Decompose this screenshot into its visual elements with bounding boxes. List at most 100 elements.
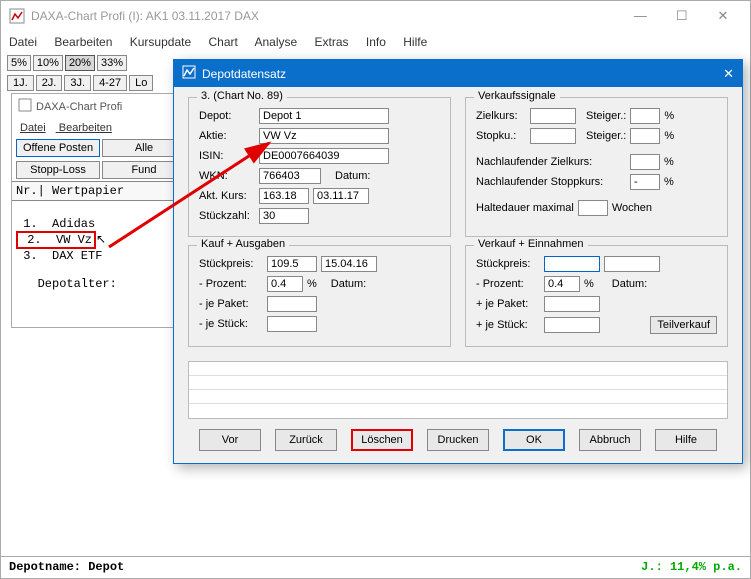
pct-label: % bbox=[307, 278, 317, 290]
pct-33[interactable]: 33% bbox=[97, 55, 127, 71]
kauf-stueckpreis-label: Stückpreis: bbox=[199, 258, 263, 270]
minimize-button[interactable]: — bbox=[621, 8, 659, 23]
zurueck-button[interactable]: Zurück bbox=[275, 429, 337, 451]
zielkurs-input[interactable] bbox=[530, 108, 576, 124]
pct-5[interactable]: 5% bbox=[7, 55, 31, 71]
aktie-label: Aktie: bbox=[199, 130, 255, 142]
cursor-icon: ↖ bbox=[96, 232, 106, 246]
verkauf-prozent-label: - Prozent: bbox=[476, 278, 540, 290]
list-header: Nr.| Wertpapier bbox=[12, 181, 190, 201]
verkauf-stueckpreis-label: Stückpreis: bbox=[476, 258, 540, 270]
main-titlebar: DAXA-Chart Profi (I): AK1 03.11.2017 DAX… bbox=[1, 1, 750, 31]
verkauf-pjepaket-input[interactable] bbox=[544, 296, 600, 312]
menu-analyse[interactable]: Analyse bbox=[255, 35, 298, 49]
verkauf-datum-label: Datum: bbox=[612, 278, 647, 290]
menu-hilfe[interactable]: Hilfe bbox=[403, 35, 427, 49]
menu-info[interactable]: Info bbox=[366, 35, 386, 49]
depot-list-window: DAXA-Chart Profi Datei Bearbeiten Offene… bbox=[11, 93, 191, 328]
list-item[interactable]: 3. DAX ETF bbox=[16, 249, 102, 263]
depot-label: Depot: bbox=[199, 110, 255, 122]
range-2j[interactable]: 2J. bbox=[36, 75, 63, 91]
kauf-stueckpreis-input[interactable] bbox=[267, 256, 317, 272]
window-controls: — ☐ ✕ bbox=[621, 8, 742, 24]
pct-10[interactable]: 10% bbox=[33, 55, 63, 71]
verkauf-group: Verkauf + Einnahmen Stückpreis: - Prozen… bbox=[465, 245, 728, 347]
steiger-input[interactable] bbox=[630, 108, 660, 124]
range-427[interactable]: 4-27 bbox=[93, 75, 127, 91]
pct-label: % bbox=[664, 130, 674, 142]
nl-stoppkurs-label: Nachlaufender Stoppkurs: bbox=[476, 176, 626, 188]
stopkurs-input[interactable] bbox=[530, 128, 576, 144]
loeschen-button[interactable]: Löschen bbox=[351, 429, 413, 451]
kauf-datum-label: Datum: bbox=[331, 278, 366, 290]
pct-label: % bbox=[664, 156, 674, 168]
kauf-jestueck-input[interactable] bbox=[267, 316, 317, 332]
teilverkauf-button[interactable]: Teilverkauf bbox=[650, 316, 717, 334]
btn-stopp-loss[interactable]: Stopp-Loss bbox=[16, 161, 100, 179]
pct-label: % bbox=[584, 278, 594, 290]
aktkurs-date-input[interactable] bbox=[313, 188, 369, 204]
menu-bearbeiten[interactable]: Bearbeiten bbox=[54, 35, 112, 49]
stopkurs-label: Stopku.: bbox=[476, 130, 526, 142]
menu-extras[interactable]: Extras bbox=[315, 35, 349, 49]
kauf-jepaket-input[interactable] bbox=[267, 296, 317, 312]
hilfe-button[interactable]: Hilfe bbox=[655, 429, 717, 451]
nl-zielkurs-label: Nachlaufender Zielkurs: bbox=[476, 156, 626, 168]
wkn-input[interactable] bbox=[259, 168, 321, 184]
stueckzahl-input[interactable] bbox=[259, 208, 309, 224]
btn-offene-posten[interactable]: Offene Posten bbox=[16, 139, 100, 157]
subwin-title: DAXA-Chart Profi bbox=[36, 101, 122, 113]
pct-label: % bbox=[664, 176, 674, 188]
menu-kursupdate[interactable]: Kursupdate bbox=[130, 35, 191, 49]
range-lo[interactable]: Lo bbox=[129, 75, 153, 91]
ok-button[interactable]: OK bbox=[503, 429, 565, 451]
isin-label: ISIN: bbox=[199, 150, 255, 162]
app-icon bbox=[9, 8, 25, 24]
list-item[interactable]: 1. Adidas bbox=[16, 217, 95, 231]
range-3j[interactable]: 3J. bbox=[64, 75, 91, 91]
maximize-button[interactable]: ☐ bbox=[663, 8, 701, 24]
kauf-prozent-input[interactable] bbox=[267, 276, 303, 292]
kauf-prozent-label: - Prozent: bbox=[199, 278, 263, 290]
kauf-date-input[interactable] bbox=[321, 256, 377, 272]
verkauf-date-input[interactable] bbox=[604, 256, 660, 272]
drucken-button[interactable]: Drucken bbox=[427, 429, 489, 451]
menu-datei[interactable]: Datei bbox=[9, 35, 37, 49]
status-bar: Depotname: Depot J.: 11,4% p.a. bbox=[1, 556, 750, 578]
aktkurs-input[interactable] bbox=[259, 188, 309, 204]
dialog-title: Depotdatensatz bbox=[202, 67, 286, 81]
submenu-datei[interactable]: Datei bbox=[20, 122, 46, 134]
stueckzahl-label: Stückzahl: bbox=[199, 210, 255, 222]
main-title: DAXA-Chart Profi (I): AK1 03.11.2017 DAX bbox=[31, 9, 259, 23]
pct-20[interactable]: 20% bbox=[65, 55, 95, 71]
dialog-close-button[interactable]: ✕ bbox=[723, 66, 734, 82]
abbruch-button[interactable]: Abbruch bbox=[579, 429, 641, 451]
submenu-bearbeiten[interactable]: Bearbeiten bbox=[59, 122, 112, 134]
identity-group: 3. (Chart No. 89) Depot: Aktie: ISIN: WK… bbox=[188, 97, 451, 237]
depot-input[interactable] bbox=[259, 108, 389, 124]
verkauf-prozent-input[interactable] bbox=[544, 276, 580, 292]
app-icon bbox=[18, 98, 32, 115]
steiger2-input[interactable] bbox=[630, 128, 660, 144]
steiger2-label: Steiger.: bbox=[586, 130, 626, 142]
verkauf-stueckpreis-input[interactable] bbox=[544, 256, 600, 272]
verkauf-pjestueck-input[interactable] bbox=[544, 317, 600, 333]
nl-stoppkurs-input[interactable] bbox=[630, 174, 660, 190]
depot-list: 1. Adidas 2. VW Vz↖ 3. DAX ETF Depotalte… bbox=[12, 201, 190, 327]
notes-area[interactable] bbox=[188, 361, 728, 419]
vor-button[interactable]: Vor bbox=[199, 429, 261, 451]
kauf-jestueck-label: - je Stück: bbox=[199, 318, 263, 330]
close-button[interactable]: ✕ bbox=[704, 8, 742, 24]
aktie-input[interactable] bbox=[259, 128, 389, 144]
aktkurs-label: Akt. Kurs: bbox=[199, 190, 255, 202]
depotdatensatz-dialog: Depotdatensatz ✕ 3. (Chart No. 89) Depot… bbox=[173, 59, 743, 464]
depotalter-label: Depotalter: bbox=[16, 277, 117, 291]
nl-zielkurs-input[interactable] bbox=[630, 154, 660, 170]
isin-input[interactable] bbox=[259, 148, 389, 164]
list-item-selected[interactable]: 2. VW Vz bbox=[16, 231, 96, 249]
wkn-label: WKN: bbox=[199, 170, 255, 182]
haltedauer-input[interactable] bbox=[578, 200, 608, 216]
menu-chart[interactable]: Chart bbox=[208, 35, 237, 49]
main-menubar: Datei Bearbeiten Kursupdate Chart Analys… bbox=[1, 31, 750, 53]
range-1j[interactable]: 1J. bbox=[7, 75, 34, 91]
